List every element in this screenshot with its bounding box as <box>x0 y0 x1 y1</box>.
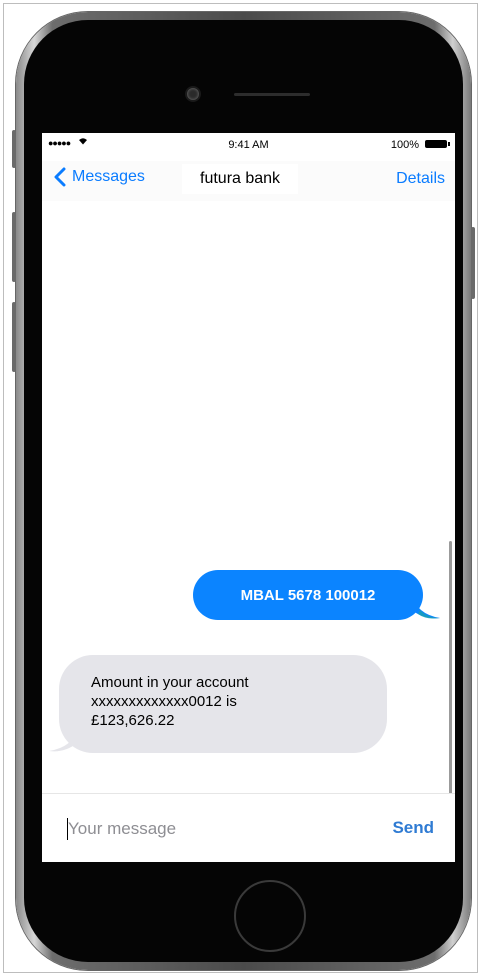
back-button[interactable]: Messages <box>52 167 145 187</box>
outgoing-bubble-tail <box>412 594 440 619</box>
battery-percentage: 100% <box>390 139 419 151</box>
phone-screen: ●●●●● 9:41 AM 100% Messages futura bank … <box>42 133 455 862</box>
send-button[interactable]: Send <box>392 818 434 838</box>
outgoing-message-bubble: MBAL 5678 100012 <box>193 570 423 620</box>
power-button <box>471 227 475 299</box>
incoming-message-bubble: Amount in your account xxxxxxxxxxxxx0012… <box>59 655 387 753</box>
chevron-left-icon <box>52 167 68 187</box>
back-label: Messages <box>72 168 145 185</box>
conversation-title: futura bank <box>182 164 299 194</box>
front-camera-icon <box>187 88 199 100</box>
message-input[interactable]: Your message <box>68 819 176 839</box>
incoming-bubble-tail <box>49 729 77 752</box>
battery-icon <box>425 140 450 148</box>
message-composer: Your message Send <box>42 793 455 862</box>
incoming-message-line: xxxxxxxxxxxxx0012 is <box>91 693 237 710</box>
details-button[interactable]: Details <box>396 170 445 188</box>
scroll-indicator <box>449 541 452 796</box>
conversation-nav-bar: Messages futura bank Details <box>42 161 455 201</box>
mute-switch <box>12 130 16 168</box>
incoming-message-line: Amount in your account <box>91 674 249 691</box>
volume-up-button <box>12 212 16 282</box>
status-bar: ●●●●● 9:41 AM 100% <box>42 133 455 155</box>
incoming-message-line: £123,626.22 <box>91 712 175 729</box>
home-button[interactable] <box>234 880 306 952</box>
volume-down-button <box>12 302 16 372</box>
earpiece-speaker <box>234 93 310 96</box>
